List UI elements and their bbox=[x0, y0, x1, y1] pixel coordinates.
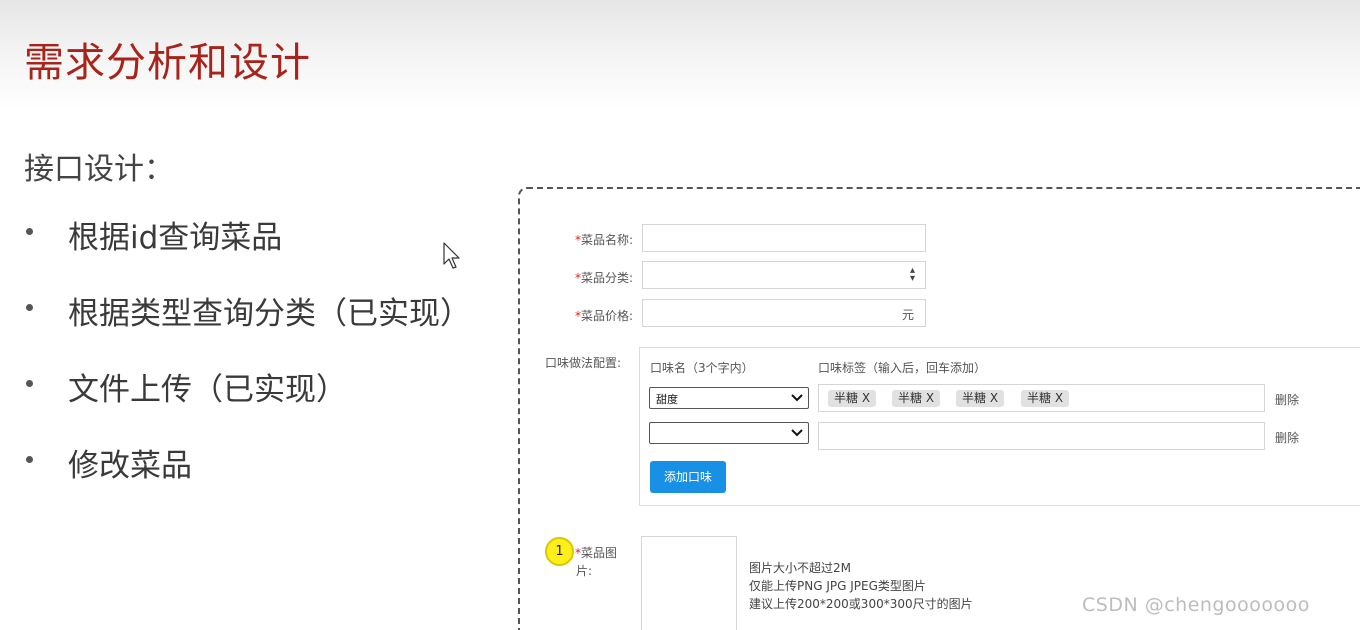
image-upload-area[interactable] bbox=[641, 536, 737, 630]
sort-arrows-icon: ▴ ▾ bbox=[909, 265, 915, 284]
bullet-item: 修改菜品 bbox=[22, 440, 471, 516]
price-unit: 元 bbox=[901, 308, 914, 322]
flavor-name-select[interactable] bbox=[649, 422, 809, 444]
chevron-down-icon bbox=[791, 429, 803, 437]
flavor-tags-input[interactable]: 半糖 X 半糖 X 半糖 X 半糖 X bbox=[818, 384, 1265, 412]
header-band: 需求分析和设计 bbox=[0, 0, 1360, 110]
add-flavor-button[interactable]: 添加口味 bbox=[650, 461, 726, 493]
bullet-text: 根据id查询菜品 bbox=[68, 220, 283, 256]
bullet-text: 文件上传（已实现） bbox=[68, 372, 347, 408]
flavor-tag[interactable]: 半糖 X bbox=[1021, 390, 1070, 407]
dish-price-input[interactable]: 元 bbox=[642, 299, 926, 327]
bullet-item: 文件上传（已实现） bbox=[22, 364, 471, 440]
bullet-dot-icon bbox=[26, 456, 33, 463]
flavor-config-label: 口味做法配置: bbox=[545, 356, 622, 370]
dish-image-label: *菜品图 bbox=[575, 546, 618, 560]
bullet-item: 根据id查询菜品 bbox=[22, 212, 471, 288]
upload-hint: 建议上传200*200或300*300尺寸的图片 bbox=[749, 597, 973, 611]
chevron-down-icon bbox=[791, 394, 803, 402]
flavor-tag[interactable]: 半糖 X bbox=[828, 390, 877, 407]
flavor-config-box: 口味名（3个字内） 口味标签（输入后，回车添加） 甜度 半糖 X 半糖 X 半糖… bbox=[639, 347, 1360, 506]
bullet-text: 根据类型查询分类（已实现） bbox=[68, 296, 471, 332]
dish-category-select[interactable]: ▴ ▾ bbox=[642, 261, 926, 289]
upload-hint: 仅能上传PNG JPG JPEG类型图片 bbox=[749, 579, 926, 593]
slide: 需求分析和设计 接口设计： 根据id查询菜品 根据类型查询分类（已实现） 文件上… bbox=[0, 0, 1360, 630]
delete-flavor-button[interactable]: 删除 bbox=[1275, 391, 1299, 408]
dish-image-label-cont: 片: bbox=[576, 564, 593, 578]
flavor-tags-input[interactable] bbox=[818, 422, 1265, 450]
flavor-name-select[interactable]: 甜度 bbox=[649, 387, 809, 409]
bullet-text: 修改菜品 bbox=[68, 448, 192, 484]
dish-category-label: *菜品分类: bbox=[575, 271, 634, 285]
bullet-dot-icon bbox=[26, 228, 33, 235]
bullet-list: 根据id查询菜品 根据类型查询分类（已实现） 文件上传（已实现） 修改菜品 bbox=[22, 212, 471, 516]
delete-flavor-button[interactable]: 删除 bbox=[1275, 429, 1299, 446]
watermark: CSDN @chengooooooo bbox=[1082, 594, 1310, 616]
dish-form-panel: *菜品名称: *菜品分类: ▴ ▾ *菜品价格: 元 口味做法配置: 口味名（3个… bbox=[518, 187, 1360, 630]
mouse-cursor-icon bbox=[443, 242, 460, 269]
dish-name-input[interactable] bbox=[642, 224, 926, 252]
bullet-item: 根据类型查询分类（已实现） bbox=[22, 288, 471, 364]
flavor-tag[interactable]: 半糖 X bbox=[956, 390, 1005, 407]
bullet-dot-icon bbox=[26, 304, 33, 311]
dish-name-label: *菜品名称: bbox=[575, 233, 634, 247]
flavor-tags-header: 口味标签（输入后，回车添加） bbox=[818, 361, 987, 375]
flavor-tag[interactable]: 半糖 X bbox=[892, 390, 941, 407]
flavor-name-header: 口味名（3个字内） bbox=[650, 361, 754, 375]
slide-title: 需求分析和设计 bbox=[24, 40, 311, 86]
bullet-dot-icon bbox=[26, 380, 33, 387]
step-number-badge: 1 bbox=[545, 537, 574, 566]
slide-subtitle: 接口设计： bbox=[24, 152, 174, 187]
dish-price-label: *菜品价格: bbox=[575, 309, 634, 323]
upload-hint: 图片大小不超过2M bbox=[749, 561, 851, 575]
